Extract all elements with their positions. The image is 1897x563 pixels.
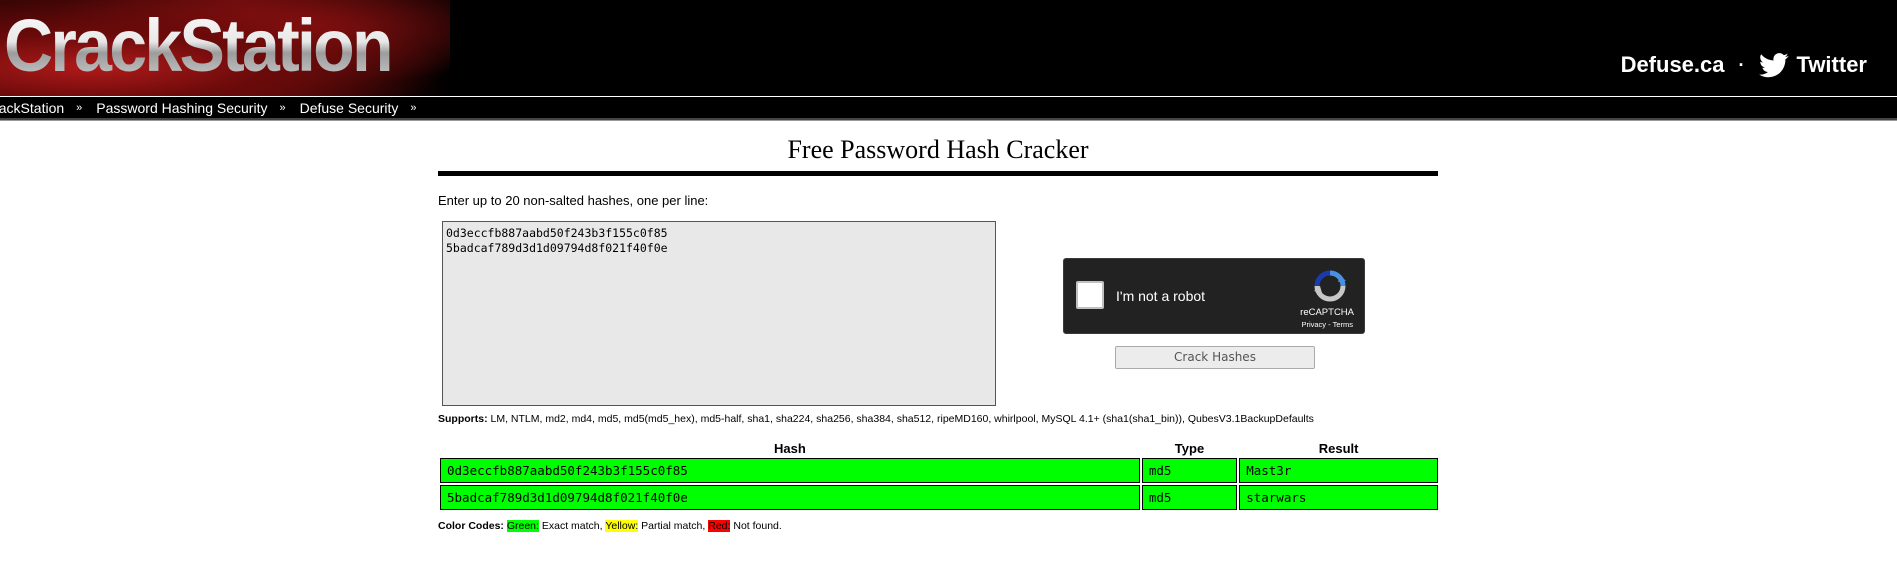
nav-bar: CrackStation » Password Hashing Security…	[0, 96, 1897, 118]
header-links: Defuse.ca · Twitter	[1621, 52, 1867, 78]
page-title: Free Password Hash Cracker	[787, 135, 1089, 164]
twitter-link[interactable]: Twitter	[1758, 52, 1867, 78]
crack-hashes-button[interactable]: Crack Hashes	[1115, 346, 1315, 369]
chevron-down-icon: »	[76, 101, 83, 114]
nav-item-defuse-security[interactable]: Defuse Security »	[300, 100, 429, 116]
yellow-swatch: Yellow:	[605, 520, 639, 532]
recaptcha-brand: reCAPTCHA	[1300, 307, 1354, 318]
hash-textarea[interactable]: 0d3eccfb887aabd50f243b3f155c0f85 5badcaf…	[442, 221, 996, 406]
supports-text: LM, NTLM, md2, md4, md5, md5(md5_hex), m…	[490, 413, 1314, 425]
instructions-text: Enter up to 20 non-salted hashes, one pe…	[438, 193, 709, 208]
hash-column-header: Hash	[774, 441, 806, 456]
main-content: Free Password Hash Cracker Enter up to 2…	[438, 121, 1438, 532]
recaptcha-widget: I'm not a robot reCAPTCHA Privacy - Term…	[1063, 258, 1365, 334]
nav-item-label: Defuse Security	[299, 99, 399, 116]
table-row: 5badcaf789d3d1d09794d8f021f40f0e md5 sta…	[440, 485, 1438, 510]
hash-cell: 5badcaf789d3d1d09794d8f021f40f0e	[440, 485, 1140, 510]
green-swatch: Green:	[506, 520, 539, 532]
separator-dot: ·	[1738, 54, 1745, 75]
twitter-label: Twitter	[1796, 52, 1867, 77]
recaptcha-checkbox[interactable]	[1076, 281, 1104, 309]
green-description: Exact match,	[541, 520, 603, 532]
color-codes-legend: Color Codes: Green: Exact match, Yellow:…	[438, 520, 1438, 532]
defuse-link[interactable]: Defuse.ca	[1621, 52, 1725, 78]
nav-item-password-hashing[interactable]: Password Hashing Security »	[96, 100, 297, 116]
yellow-description: Partial match,	[641, 520, 706, 532]
chevron-down-icon: »	[279, 101, 286, 114]
site-logo[interactable]: CrackStation	[4, 2, 394, 90]
recaptcha-terms-link[interactable]: Privacy - Terms	[1301, 320, 1353, 329]
chevron-down-icon: »	[410, 101, 417, 114]
recaptcha-logo-icon	[1314, 270, 1346, 302]
site-header: CrackStation Defuse.ca · Twitter	[0, 0, 1897, 96]
nav-item-label: CrackStation	[0, 99, 65, 116]
red-description: Not found.	[733, 520, 782, 532]
type-column-header: Type	[1174, 441, 1205, 456]
type-cell: md5	[1141, 485, 1238, 510]
recaptcha-label: I'm not a robot	[1116, 288, 1206, 304]
table-row: 0d3eccfb887aabd50f243b3f155c0f85 md5 Mas…	[440, 458, 1438, 483]
supports-line: Supports: LM, NTLM, md2, md4, md5, md5(m…	[438, 413, 1438, 427]
results-header-row: Hash Type Result	[440, 441, 1438, 456]
results-table: Hash Type Result 0d3eccfb887aabd50f243b3…	[438, 439, 1440, 512]
type-cell: md5	[1141, 458, 1238, 483]
result-cell: Mast3r	[1239, 458, 1438, 483]
nav-item-label: Password Hashing Security	[96, 99, 268, 116]
color-codes-label: Color Codes:	[438, 520, 504, 532]
twitter-bird-icon	[1758, 52, 1789, 77]
nav-item-crackstation[interactable]: CrackStation »	[0, 100, 94, 116]
supports-label: Supports:	[438, 413, 488, 425]
title-divider	[438, 171, 1438, 176]
result-column-header: Result	[1318, 441, 1359, 456]
result-cell: starwars	[1239, 485, 1438, 510]
hash-cell: 0d3eccfb887aabd50f243b3f155c0f85	[440, 458, 1140, 483]
red-swatch: Red:	[708, 520, 731, 532]
hash-form: 0d3eccfb887aabd50f243b3f155c0f85 5badcaf…	[438, 221, 1438, 411]
